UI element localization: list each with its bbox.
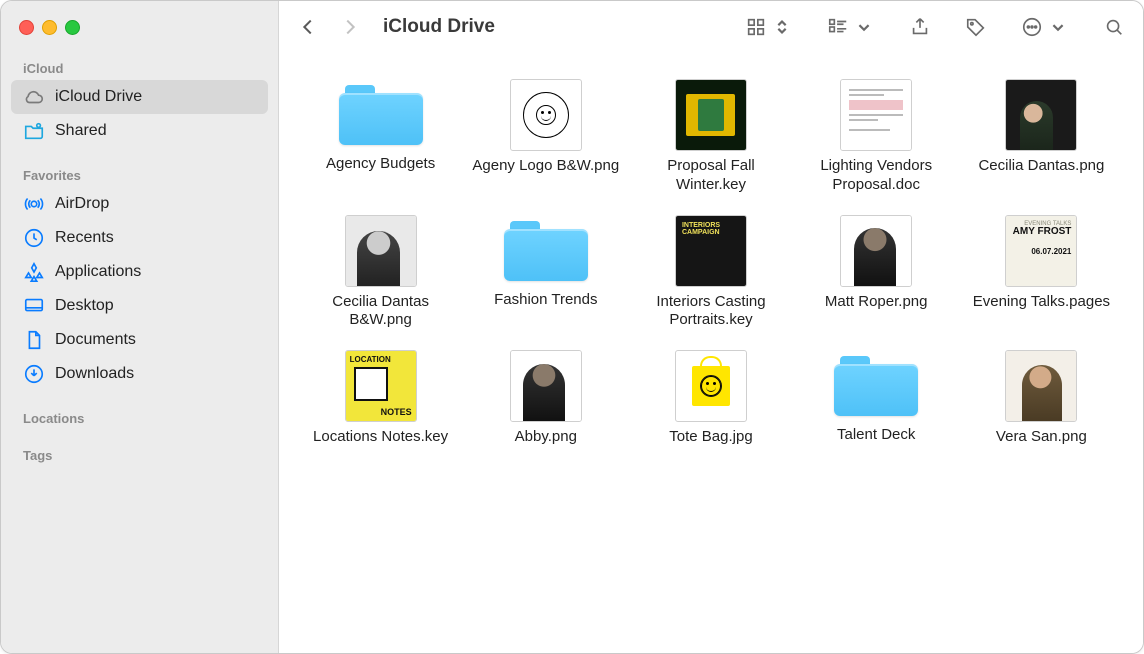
file-item[interactable]: Tote Bag.jpg (633, 350, 788, 447)
file-thumbnail (675, 350, 747, 422)
file-thumbnail (840, 79, 912, 151)
file-item[interactable]: Lighting Vendors Proposal.doc (799, 79, 954, 195)
downloads-icon (23, 363, 45, 385)
file-thumbnail (345, 215, 417, 287)
finder-window: iCloud iCloud Drive Shared Favorites (0, 0, 1144, 654)
chevron-down-icon (1047, 16, 1069, 38)
sidebar-item-icloud-drive[interactable]: iCloud Drive (11, 80, 268, 114)
file-item[interactable]: Talent Deck (799, 350, 954, 447)
file-thumbnail (510, 350, 582, 422)
view-icons-button[interactable] (745, 16, 793, 38)
chevron-updown-icon (771, 16, 793, 38)
folder-icon (504, 215, 588, 285)
file-label: Locations Notes.key (313, 428, 448, 447)
file-thumbnail: INTERIORS CAMPAIGN (675, 215, 747, 287)
file-thumbnail: EVENING TALKSAMY FROST06.07.2021 (1005, 215, 1077, 287)
file-item[interactable]: INTERIORS CAMPAIGN Interiors Casting Port… (633, 215, 788, 331)
sidebar-section-tags: Tags (1, 440, 278, 467)
sidebar-item-applications[interactable]: Applications (11, 255, 268, 289)
file-label: Ageny Logo B&W.png (472, 157, 619, 176)
minimize-button[interactable] (42, 20, 57, 35)
sidebar-item-label: Desktop (55, 297, 114, 315)
share-button[interactable] (909, 16, 931, 38)
file-label: Vera San.png (996, 428, 1087, 447)
file-label: Abby.png (515, 428, 577, 447)
sidebar-item-downloads[interactable]: Downloads (11, 357, 268, 391)
sidebar-item-label: Downloads (55, 365, 134, 383)
sidebar-item-label: AirDrop (55, 195, 109, 213)
file-item[interactable]: EVENING TALKSAMY FROST06.07.2021 Evening … (964, 215, 1119, 331)
file-thumbnail (1005, 79, 1077, 151)
sidebar-item-label: Documents (55, 331, 136, 349)
apps-icon (23, 261, 45, 283)
file-item[interactable]: Cecilia Dantas.png (964, 79, 1119, 195)
forward-button[interactable] (339, 16, 361, 38)
file-thumbnail (675, 79, 747, 151)
file-label: Fashion Trends (494, 291, 597, 310)
sidebar-item-airdrop[interactable]: AirDrop (11, 187, 268, 221)
desktop-icon (23, 295, 45, 317)
group-button[interactable] (827, 16, 875, 38)
file-label: Talent Deck (837, 426, 915, 445)
airdrop-icon (23, 193, 45, 215)
sidebar-item-desktop[interactable]: Desktop (11, 289, 268, 323)
file-item[interactable]: Fashion Trends (468, 215, 623, 331)
chevron-down-icon (853, 16, 875, 38)
file-label: Lighting Vendors Proposal.doc (799, 157, 954, 195)
clock-icon (23, 227, 45, 249)
main-area: iCloud Drive (279, 1, 1143, 653)
sidebar: iCloud iCloud Drive Shared Favorites (1, 1, 279, 653)
file-item[interactable]: Vera San.png (964, 350, 1119, 447)
sidebar-item-recents[interactable]: Recents (11, 221, 268, 255)
shared-folder-icon (23, 120, 45, 142)
sidebar-item-label: Recents (55, 229, 114, 247)
file-item[interactable]: Abby.png (468, 350, 623, 447)
file-label: Interiors Casting Portraits.key (633, 293, 788, 331)
sidebar-item-documents[interactable]: Documents (11, 323, 268, 357)
folder-icon (339, 79, 423, 149)
titlebar (1, 1, 278, 53)
sidebar-section-favorites: Favorites (1, 160, 278, 187)
file-thumbnail (510, 79, 582, 151)
file-thumbnail: LOCATIONNOTES (345, 350, 417, 422)
back-button[interactable] (297, 16, 319, 38)
zoom-button[interactable] (65, 20, 80, 35)
file-item[interactable]: Ageny Logo B&W.png (468, 79, 623, 195)
file-label: Tote Bag.jpg (669, 428, 752, 447)
file-label: Evening Talks.pages (973, 293, 1110, 312)
sidebar-item-label: Applications (55, 263, 141, 281)
search-button[interactable] (1103, 16, 1125, 38)
sidebar-item-label: Shared (55, 122, 107, 140)
document-icon (23, 329, 45, 351)
file-item[interactable]: Agency Budgets (303, 79, 458, 195)
file-label: Agency Budgets (326, 155, 435, 174)
tags-button[interactable] (965, 16, 987, 38)
toolbar: iCloud Drive (279, 1, 1143, 53)
file-label: Cecilia Dantas.png (978, 157, 1104, 176)
sidebar-section-locations: Locations (1, 403, 278, 430)
file-item[interactable]: Matt Roper.png (799, 215, 954, 331)
close-button[interactable] (19, 20, 34, 35)
file-item[interactable]: Cecilia Dantas B&W.png (303, 215, 458, 331)
sidebar-section-icloud: iCloud (1, 53, 278, 80)
window-title: iCloud Drive (383, 16, 495, 38)
file-thumbnail (840, 215, 912, 287)
more-button[interactable] (1021, 16, 1069, 38)
file-label: Proposal Fall Winter.key (633, 157, 788, 195)
files-grid: Agency Budgets Ageny Logo B&W.png Proposal… (279, 53, 1143, 653)
sidebar-item-shared[interactable]: Shared (11, 114, 268, 148)
cloud-icon (23, 86, 45, 108)
file-item[interactable]: Proposal Fall Winter.key (633, 79, 788, 195)
sidebar-item-label: iCloud Drive (55, 88, 142, 106)
file-thumbnail (1005, 350, 1077, 422)
file-label: Cecilia Dantas B&W.png (303, 293, 458, 331)
file-label: Matt Roper.png (825, 293, 928, 312)
file-item[interactable]: LOCATIONNOTES Locations Notes.key (303, 350, 458, 447)
folder-icon (834, 350, 918, 420)
